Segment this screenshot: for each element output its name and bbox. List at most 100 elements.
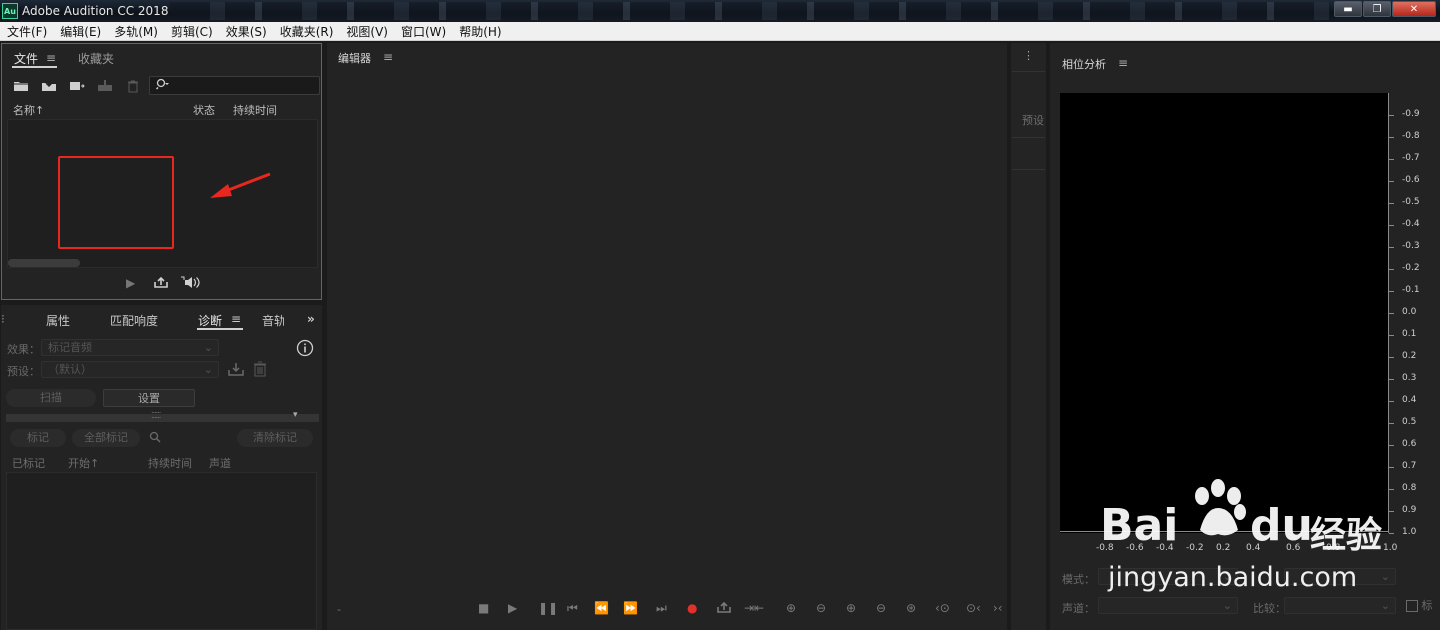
y-tick-label: 0.4 [1402, 395, 1417, 405]
files-panel-menu-icon[interactable]: ≡ [46, 51, 56, 65]
zoom-to-selection-icon[interactable] [149, 431, 161, 446]
side-preset-label[interactable]: 预设 [1022, 112, 1044, 128]
preset-select-value: （默认） [48, 363, 92, 376]
zoom-out-time-icon[interactable]: ⊖ [876, 601, 886, 615]
delete-icon[interactable] [123, 78, 143, 94]
maximize-button[interactable]: ❐ [1363, 1, 1391, 17]
record-button[interactable]: ● [687, 601, 697, 615]
checkbox-box[interactable] [1406, 600, 1418, 612]
zoom-out-amplitude-icon[interactable]: ⊖ [816, 601, 826, 615]
watermark-brand-suffix: du [1250, 500, 1313, 551]
column-marked-header[interactable]: 已标记 [12, 455, 45, 471]
tab-match-loudness[interactable]: 匹配响度 [110, 312, 158, 329]
editor-title[interactable]: 编辑器 [338, 50, 371, 66]
menu-favorites[interactable]: 收藏夹(R) [273, 23, 340, 40]
loop-preview-icon[interactable] [153, 276, 169, 292]
y-tick-mark [1389, 115, 1394, 116]
chevron-down-icon: ▾ [293, 410, 298, 420]
new-file-icon[interactable] [67, 78, 87, 94]
phase-checkbox[interactable]: 标 [1406, 597, 1433, 613]
y-tick-mark [1389, 181, 1394, 182]
mark-all-button[interactable]: 全部标记 [72, 429, 140, 447]
menu-clip[interactable]: 剪辑(C) [164, 23, 219, 40]
column-name-header[interactable]: 名称↑ [13, 102, 44, 118]
y-tick-mark [1389, 269, 1394, 270]
y-tick-mark [1389, 203, 1394, 204]
zoom-in-amplitude-icon[interactable]: ⊕ [786, 601, 796, 615]
editor-menu-icon[interactable]: ≡ [383, 50, 393, 64]
y-tick-label: 0.8 [1402, 483, 1417, 493]
skip-selection-icon[interactable]: ⇥⇤ [744, 601, 764, 615]
y-tick-label: -0.4 [1402, 219, 1420, 229]
y-tick-mark [1389, 247, 1394, 248]
diagnostics-menu-icon[interactable]: ≡ [231, 312, 241, 326]
save-preset-icon[interactable] [228, 361, 244, 380]
column-channel-header[interactable]: 声道 [209, 455, 231, 471]
zoom-out-full-icon[interactable]: ⊛ [906, 601, 916, 615]
tab-favorites[interactable]: 收藏夹 [78, 50, 114, 67]
panel-splitter[interactable]: ⁚⁚⁚⁚⁚⁚ ▾ [6, 410, 319, 422]
preset-select[interactable]: （默认） ⌄ [41, 361, 219, 378]
zoom-overflow-icon[interactable]: ›‹ [993, 601, 1003, 615]
loop-playback-icon[interactable] [716, 601, 732, 617]
minimize-button[interactable]: ▬ [1334, 1, 1362, 17]
y-tick-label: 0.6 [1402, 439, 1417, 449]
active-tab-underline [197, 328, 243, 330]
play-preview-icon[interactable]: ▶ [126, 276, 135, 290]
menu-help[interactable]: 帮助(H) [452, 23, 507, 40]
menu-window[interactable]: 窗口(W) [394, 23, 452, 40]
tab-diagnostics[interactable]: 诊断 [198, 312, 222, 329]
close-button[interactable]: ✕ [1392, 1, 1436, 17]
fast-forward-icon[interactable]: ⏩ [623, 601, 638, 615]
import-icon[interactable] [39, 78, 59, 94]
tab-files[interactable]: 文件 [14, 50, 38, 67]
y-tick-label: -0.9 [1402, 109, 1420, 119]
clear-marks-button[interactable]: 清除标记 [237, 429, 313, 447]
tab-tracks[interactable]: 音轨 [262, 312, 284, 329]
menu-file[interactable]: 文件(F) [0, 23, 53, 40]
more-tabs-icon[interactable]: » [307, 312, 315, 326]
search-icon [155, 78, 170, 93]
files-panel: 文件 ≡ 收藏夹 名称↑ 状态 持续时间 ▶ [1, 43, 322, 300]
previous-icon[interactable]: ⏮ [567, 601, 578, 616]
insert-into-multitrack-icon[interactable] [95, 78, 115, 94]
search-input[interactable] [149, 76, 320, 95]
sort-ascending-icon: ↑ [35, 104, 45, 117]
open-folder-icon[interactable] [11, 78, 31, 94]
stop-button[interactable]: ■ [478, 601, 489, 615]
pause-button[interactable]: ❚❚ [538, 601, 558, 615]
zoom-in-time-icon[interactable]: ⊕ [846, 601, 856, 615]
autoplay-speaker-icon[interactable] [181, 276, 203, 292]
phase-analysis-title[interactable]: 相位分析 [1062, 56, 1106, 72]
mode-label: 模式： [1062, 573, 1095, 586]
rewind-icon[interactable]: ⏪ [594, 601, 609, 615]
scan-button[interactable]: 扫描 [6, 389, 96, 407]
highlight-box-annotation [58, 156, 174, 249]
column-start-header[interactable]: 开始↑ [68, 455, 99, 471]
delete-preset-icon[interactable] [253, 361, 267, 380]
column-status-header[interactable]: 状态 [193, 102, 215, 118]
info-icon[interactable] [296, 339, 314, 360]
column-duration-header[interactable]: 持续时间 [233, 102, 277, 118]
y-tick-label: -0.5 [1402, 197, 1420, 207]
zoom-to-selection-right-icon[interactable]: ⊙‹ [966, 601, 981, 615]
play-button[interactable]: ▶ [508, 601, 517, 615]
tab-properties[interactable]: 属性 [46, 312, 70, 329]
marker-list[interactable] [6, 472, 317, 630]
y-tick-mark [1389, 335, 1394, 336]
mark-button[interactable]: 标记 [10, 429, 66, 447]
column-duration-header[interactable]: 持续时间 [148, 455, 192, 471]
menu-effects[interactable]: 效果(S) [219, 23, 273, 40]
horizontal-scrollbar[interactable] [8, 259, 80, 267]
panel-grip-icon[interactable]: ⋮ [1023, 49, 1034, 62]
menu-multitrack[interactable]: 多轨(M) [107, 23, 164, 40]
y-tick-label: -0.8 [1402, 131, 1420, 141]
menu-view[interactable]: 视图(V) [339, 23, 394, 40]
effect-select[interactable]: 标记音频 ⌄ [41, 339, 219, 356]
zoom-to-selection-left-icon[interactable]: ‹⊙ [935, 601, 950, 615]
phase-analysis-menu-icon[interactable]: ≡ [1118, 56, 1128, 70]
column-name-label: 名称 [13, 104, 35, 117]
next-icon[interactable]: ⏭ [656, 601, 667, 616]
menu-edit[interactable]: 编辑(E) [53, 23, 107, 40]
settings-button[interactable]: 设置 [103, 389, 195, 407]
